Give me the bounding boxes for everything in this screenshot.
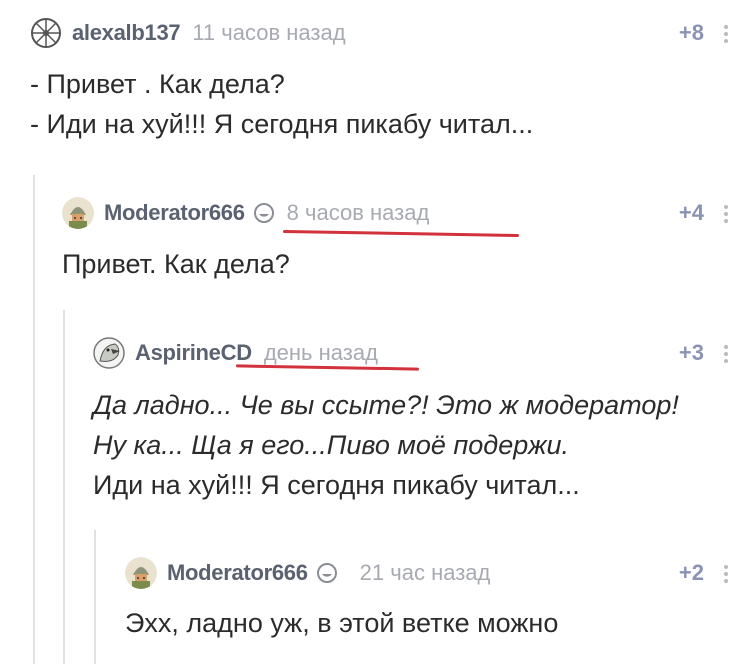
- parrot-avatar[interactable]: [93, 337, 125, 369]
- comment-text-line: Иди на хуй!!! Я сегодня пикабу читал...: [93, 470, 580, 500]
- moon-badge-icon: [253, 202, 275, 224]
- more-menu-icon[interactable]: [722, 342, 730, 364]
- more-menu-icon[interactable]: [722, 202, 730, 224]
- knight-avatar[interactable]: [125, 557, 157, 589]
- comment-author[interactable]: AspirineCD: [135, 340, 252, 366]
- comment-author[interactable]: Moderator666: [167, 560, 308, 586]
- comment-header: Moderator666 8 часов назад: [62, 195, 429, 231]
- comment-text-line: - Привет . Как дела?: [30, 69, 285, 99]
- comment-rating: +2: [678, 560, 704, 585]
- comment-header: alexalb137 11 часов назад: [30, 15, 346, 51]
- knight-avatar[interactable]: [62, 197, 94, 229]
- comment-time[interactable]: 21 час назад: [360, 560, 491, 586]
- thread-line-level-3: [94, 530, 96, 664]
- moon-badge-icon: [316, 562, 338, 584]
- comment-text-line: Эхх, ладно уж, в этой ветке можно: [125, 608, 559, 638]
- comment-rating: +4: [678, 200, 704, 225]
- comment-time[interactable]: день назад: [264, 340, 378, 366]
- red-underline-annotation: [282, 229, 520, 238]
- thread-line-level-1: [33, 175, 35, 664]
- comment-text-line: Привет. Как дела?: [62, 249, 290, 279]
- more-menu-icon[interactable]: [722, 22, 730, 44]
- comment-rating: +8: [678, 20, 704, 45]
- comment-text-line: Да ладно... Че вы ссыте?! Это ж модерато…: [93, 390, 679, 420]
- comment-author[interactable]: Moderator666: [104, 200, 245, 226]
- comment-text-line: Ну ка... Ща я его...Пиво моё подержи.: [93, 430, 570, 460]
- comment-time[interactable]: 8 часов назад: [287, 200, 430, 226]
- comment-time[interactable]: 11 часов назад: [192, 20, 345, 46]
- comment-header: Moderator666 21 час назад: [125, 555, 490, 591]
- more-menu-icon[interactable]: [722, 562, 730, 584]
- wheel-avatar[interactable]: [30, 17, 62, 49]
- comment-rating: +3: [678, 340, 704, 365]
- comment-text-line: - Иди на хуй!!! Я сегодня пикабу читал..…: [30, 109, 534, 139]
- thread-line-level-2: [63, 310, 65, 664]
- comment-author[interactable]: alexalb137: [72, 20, 181, 46]
